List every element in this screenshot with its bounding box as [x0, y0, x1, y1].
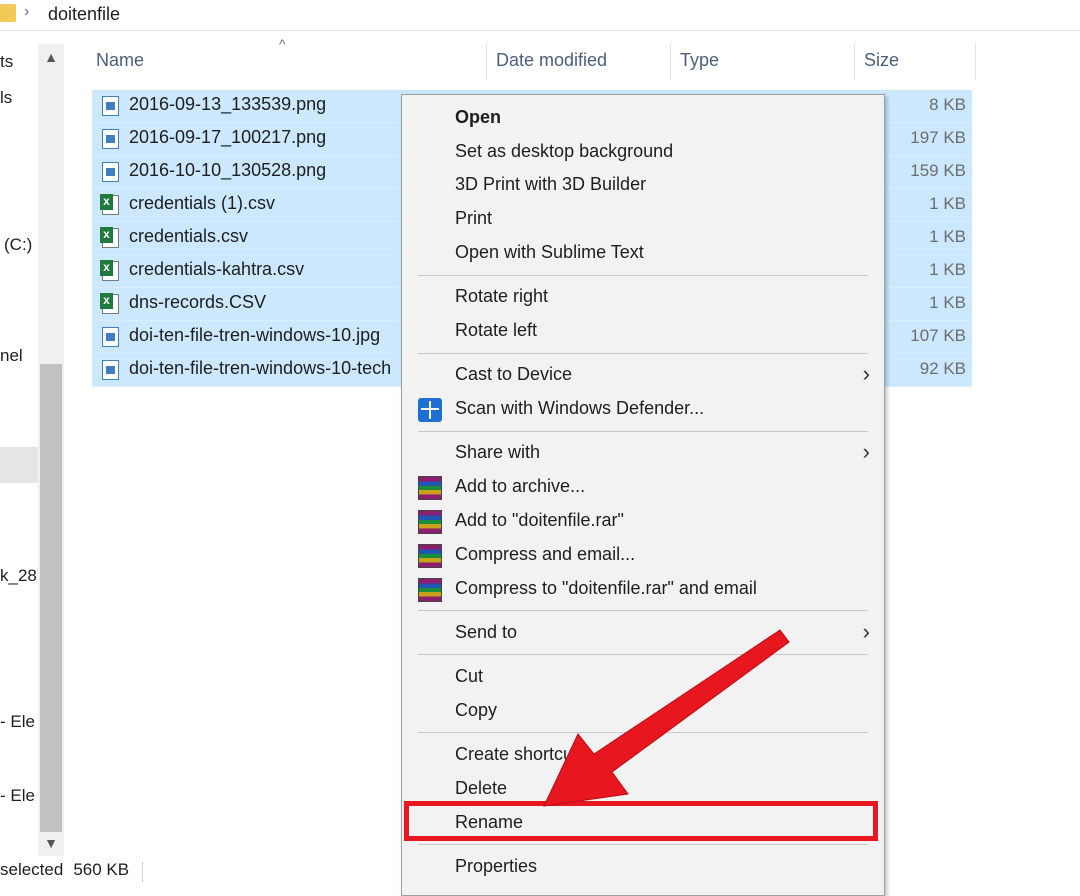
pointer-arrow-icon [543, 629, 790, 807]
